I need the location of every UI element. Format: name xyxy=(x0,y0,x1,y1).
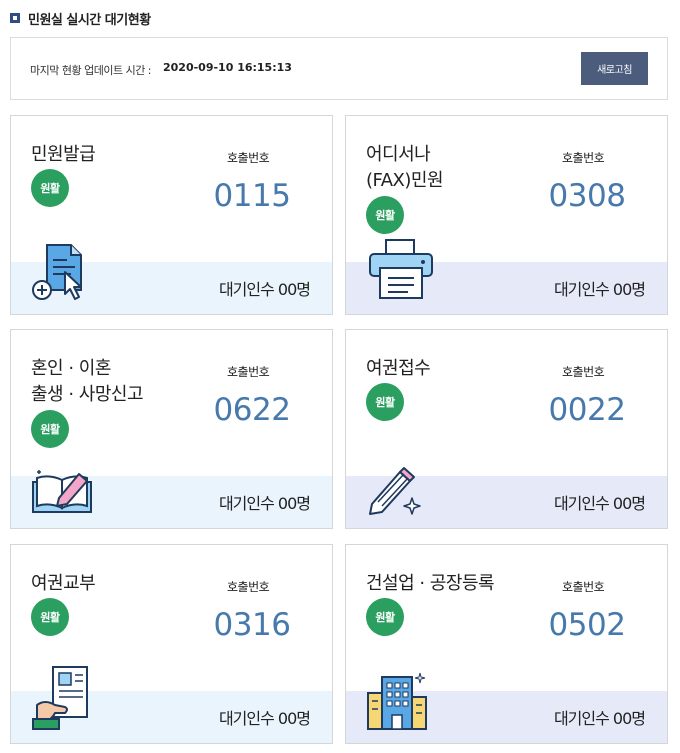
queue-card-construction-factory: 건설업 · 공장등록 원활 호출번호 0502 대기인수 00명 xyxy=(345,544,668,744)
call-number-label: 호출번호 xyxy=(227,151,270,165)
update-label: 마지막 현황 업데이트 시간 : xyxy=(30,64,152,77)
queue-card-issuance: 민원발급 원활 호출번호 0115 대기인수 00명 xyxy=(10,115,333,315)
call-number: 0115 xyxy=(213,178,291,214)
counter-name: 여권교부 xyxy=(31,573,96,594)
call-number: 0316 xyxy=(213,607,291,643)
waiting-count: 대기인수 00명 xyxy=(218,494,311,513)
title-bullet-icon xyxy=(10,13,20,23)
update-status-box: 마지막 현황 업데이트 시간 : 2020-09-10 16:15:13 새로고… xyxy=(10,37,668,100)
pencil-sparkle-icon xyxy=(369,467,421,515)
counter-name: 민원발급 xyxy=(31,144,96,165)
call-number: 0308 xyxy=(548,178,626,214)
call-number: 0502 xyxy=(548,607,626,643)
status-badge: 원활 xyxy=(366,383,404,421)
page-header: 민원실 실시간 대기현황 xyxy=(10,8,151,28)
document-add-icon xyxy=(32,244,82,300)
status-badge: 원활 xyxy=(31,169,69,207)
counter-name: 건설업 · 공장등록 xyxy=(366,573,495,594)
page-title: 민원실 실시간 대기현황 xyxy=(28,12,151,28)
status-badge: 원활 xyxy=(366,598,404,636)
counter-name: 혼인 · 이혼 출생 · 사망신고 xyxy=(31,358,144,405)
queue-card-passport-application: 여권접수 원활 호출번호 0022 대기인수 00명 xyxy=(345,329,668,529)
status-badge: 원활 xyxy=(31,410,69,448)
waiting-count: 대기인수 00명 xyxy=(553,280,646,299)
status-badge: 원활 xyxy=(31,598,69,636)
hand-holding-document-icon xyxy=(32,666,88,730)
refresh-button[interactable]: 새로고침 xyxy=(581,52,648,85)
waiting-count: 대기인수 00명 xyxy=(218,280,311,299)
building-icon xyxy=(367,672,427,730)
fax-machine-icon xyxy=(369,239,433,299)
call-number-label: 호출번호 xyxy=(562,151,605,165)
open-book-pencil-icon xyxy=(32,470,92,513)
waiting-count: 대기인수 00명 xyxy=(218,709,311,728)
call-number: 0622 xyxy=(213,392,291,428)
call-number-label: 호출번호 xyxy=(227,365,270,379)
status-badge: 원활 xyxy=(366,196,404,234)
queue-card-passport-issuance: 여권교부 원활 호출번호 0316 대기인수 00명 xyxy=(10,544,333,744)
counter-name: 여권접수 xyxy=(366,358,431,379)
waiting-count: 대기인수 00명 xyxy=(553,494,646,513)
counter-name: 어디서나 (FAX)민원 xyxy=(366,144,444,191)
waiting-count: 대기인수 00명 xyxy=(553,709,646,728)
update-time: 2020-09-10 16:15:13 xyxy=(163,61,292,74)
call-number-label: 호출번호 xyxy=(227,580,270,594)
call-number: 0022 xyxy=(548,392,626,428)
call-number-label: 호출번호 xyxy=(562,580,605,594)
call-number-label: 호출번호 xyxy=(562,365,605,379)
queue-card-family-registration: 혼인 · 이혼 출생 · 사망신고 원활 호출번호 0622 대기인수 00명 xyxy=(10,329,333,529)
queue-card-fax: 어디서나 (FAX)민원 원활 호출번호 0308 대기인수 00명 xyxy=(345,115,668,315)
